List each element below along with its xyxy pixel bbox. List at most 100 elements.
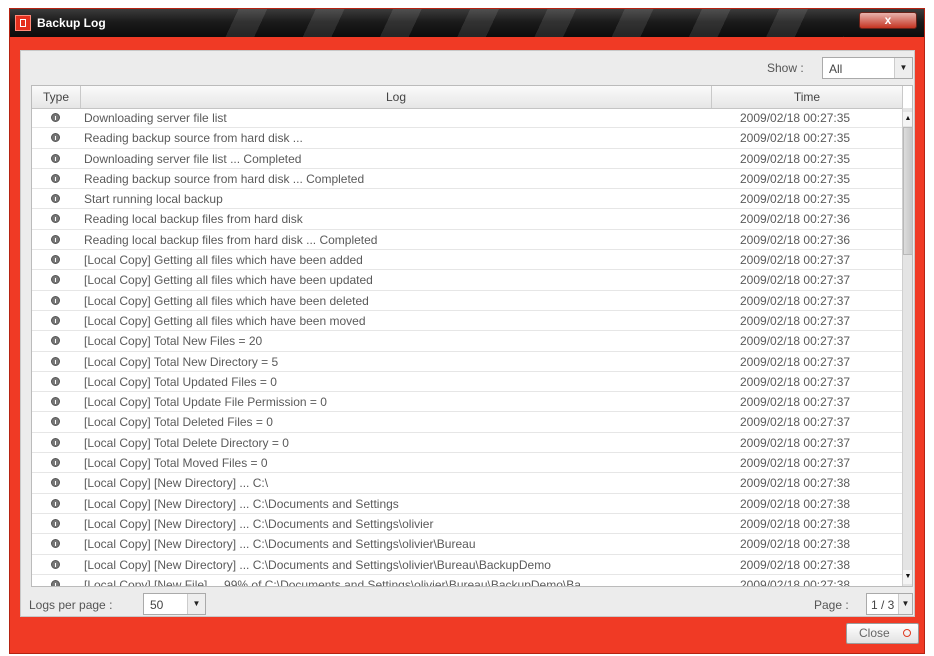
log-cell: [Local Copy] [New Directory] ... C:\: [84, 476, 269, 491]
type-cell: [32, 352, 81, 372]
type-cell: [32, 270, 81, 290]
log-cell: [Local Copy] Getting all files which hav…: [84, 273, 373, 288]
table-row[interactable]: Reading backup source from hard disk ...…: [32, 169, 902, 190]
title-bar[interactable]: Backup Log x: [10, 9, 924, 37]
chevron-down-icon[interactable]: ▼: [898, 594, 912, 614]
column-header-type[interactable]: Type: [32, 86, 81, 108]
time-cell: 2009/02/18 00:27:37: [740, 456, 851, 471]
info-icon: [51, 275, 60, 285]
table-row[interactable]: [Local Copy] Getting all files which hav…: [32, 291, 902, 311]
log-cell: [Local Copy] Getting all files which hav…: [84, 293, 369, 308]
table-row[interactable]: [Local Copy] [New Directory] ... C:\Docu…: [32, 494, 902, 514]
log-cell: [Local Copy] [New Directory] ... C:\Docu…: [84, 537, 476, 552]
log-cell: [Local Copy] [New File] ... 99% of C:\Do…: [84, 577, 581, 587]
info-icon: [51, 133, 60, 143]
backup-log-window: Backup Log x Show : All ▼ Type Log Time …: [9, 8, 925, 654]
info-icon: [51, 255, 60, 265]
table-row[interactable]: [Local Copy] [New Directory] ... C:\Docu…: [32, 514, 902, 535]
table-row[interactable]: [Local Copy] Total New Files = 20 2009/02…: [32, 331, 902, 352]
info-icon: [51, 194, 60, 204]
window-title: Backup Log: [37, 16, 106, 30]
time-cell: 2009/02/18 00:27:37: [740, 435, 851, 450]
time-cell: 2009/02/18 00:27:38: [740, 577, 851, 587]
info-icon: [51, 336, 60, 346]
scroll-thumb[interactable]: [903, 127, 912, 255]
chevron-down-icon[interactable]: ▼: [894, 58, 912, 78]
log-cell: [Local Copy] Total Delete Directory = 0: [84, 435, 289, 450]
close-icon: [903, 629, 911, 637]
table-row[interactable]: [Local Copy] Total New Directory = 5 2009…: [32, 352, 902, 372]
table-row[interactable]: Reading local backup files from hard dis…: [32, 209, 902, 230]
show-filter-select[interactable]: All ▼: [822, 57, 913, 79]
type-cell: [32, 169, 81, 189]
type-cell: [32, 250, 81, 270]
table-row[interactable]: [Local Copy] [New File] ... 99% of C:\Do…: [32, 575, 902, 587]
type-cell: [32, 311, 81, 331]
type-cell: [32, 453, 81, 473]
table-body: Downloading server file list 2009/02/18 0…: [32, 108, 902, 587]
column-header-time[interactable]: Time: [712, 86, 903, 108]
type-cell: [32, 372, 81, 392]
time-cell: 2009/02/18 00:27:37: [740, 273, 851, 288]
table-row[interactable]: [Local Copy] Total Updated Files = 0 2009…: [32, 372, 902, 393]
vertical-scrollbar[interactable]: ▲ ▼: [902, 108, 912, 586]
column-header-log[interactable]: Log: [81, 86, 712, 108]
page-value: 1 / 3: [871, 598, 895, 612]
logs-per-page-select[interactable]: 50 ▼: [143, 593, 206, 615]
info-icon: [51, 417, 60, 427]
time-cell: 2009/02/18 00:27:38: [740, 537, 851, 552]
info-icon: [51, 559, 60, 569]
table-row[interactable]: Downloading server file list 2009/02/18 0…: [32, 108, 902, 129]
info-icon: [51, 173, 60, 183]
table-row[interactable]: [Local Copy] [New Directory] ... C:\ 2009…: [32, 473, 902, 494]
time-cell: 2009/02/18 00:27:37: [740, 253, 851, 268]
table-row[interactable]: [Local Copy] Getting all files which hav…: [32, 270, 902, 291]
table-row[interactable]: [Local Copy] Total Moved Files = 0 2009/0…: [32, 453, 902, 474]
time-cell: 2009/02/18 00:27:37: [740, 313, 851, 328]
table-row[interactable]: Start running local backup 2009/02/18 00:…: [32, 189, 902, 210]
close-button-label: Close: [859, 626, 890, 640]
close-button[interactable]: Close: [846, 623, 919, 644]
table-row[interactable]: [Local Copy] Getting all files which hav…: [32, 311, 902, 332]
log-cell: [Local Copy] Getting all files which hav…: [84, 313, 366, 328]
show-filter-value: All: [829, 62, 843, 76]
table-row[interactable]: [Local Copy] Getting all files which hav…: [32, 250, 902, 271]
type-cell: [32, 433, 81, 453]
type-cell: [32, 149, 81, 169]
log-table: Type Log Time Downloading server file li…: [31, 85, 913, 587]
window-close-button[interactable]: x: [859, 12, 917, 29]
table-row[interactable]: Reading backup source from hard disk ...…: [32, 128, 902, 149]
time-cell: 2009/02/18 00:27:36: [740, 232, 851, 247]
type-cell: [32, 291, 81, 311]
log-cell: [Local Copy] [New Directory] ... C:\Docu…: [84, 557, 551, 572]
time-cell: 2009/02/18 00:27:38: [740, 476, 851, 491]
table-row[interactable]: Downloading server file list ... Complet…: [32, 149, 902, 169]
info-icon: [51, 397, 60, 407]
time-cell: 2009/02/18 00:27:37: [740, 374, 851, 389]
info-icon: [51, 498, 60, 508]
scroll-up-icon[interactable]: ▲: [903, 112, 912, 126]
type-cell: [32, 392, 81, 412]
type-cell: [32, 331, 81, 351]
info-icon: [51, 478, 60, 488]
time-cell: 2009/02/18 00:27:36: [740, 212, 851, 227]
time-cell: 2009/02/18 00:27:35: [740, 192, 851, 207]
time-cell: 2009/02/18 00:27:35: [740, 171, 851, 186]
table-row[interactable]: Reading local backup files from hard dis…: [32, 230, 902, 251]
table-row[interactable]: [Local Copy] [New Directory] ... C:\Docu…: [32, 534, 902, 555]
table-row[interactable]: [Local Copy] [New Directory] ... C:\Docu…: [32, 555, 902, 575]
info-icon: [51, 458, 60, 468]
info-icon: [51, 376, 60, 386]
page-label: Page :: [814, 598, 849, 612]
table-row[interactable]: [Local Copy] Total Delete Directory = 0 2…: [32, 433, 902, 454]
page-select[interactable]: 1 / 3 ▼: [866, 593, 913, 615]
table-row[interactable]: [Local Copy] Total Deleted Files = 0 2009…: [32, 412, 902, 433]
chevron-down-icon[interactable]: ▼: [187, 594, 205, 614]
scroll-down-icon[interactable]: ▼: [903, 570, 912, 584]
log-cell: [Local Copy] Getting all files which hav…: [84, 253, 363, 268]
info-icon: [51, 113, 60, 122]
time-cell: 2009/02/18 00:27:35: [740, 131, 851, 146]
app-icon: [15, 15, 31, 31]
info-icon: [51, 295, 60, 305]
table-row[interactable]: [Local Copy] Total Update File Permissio…: [32, 392, 902, 413]
